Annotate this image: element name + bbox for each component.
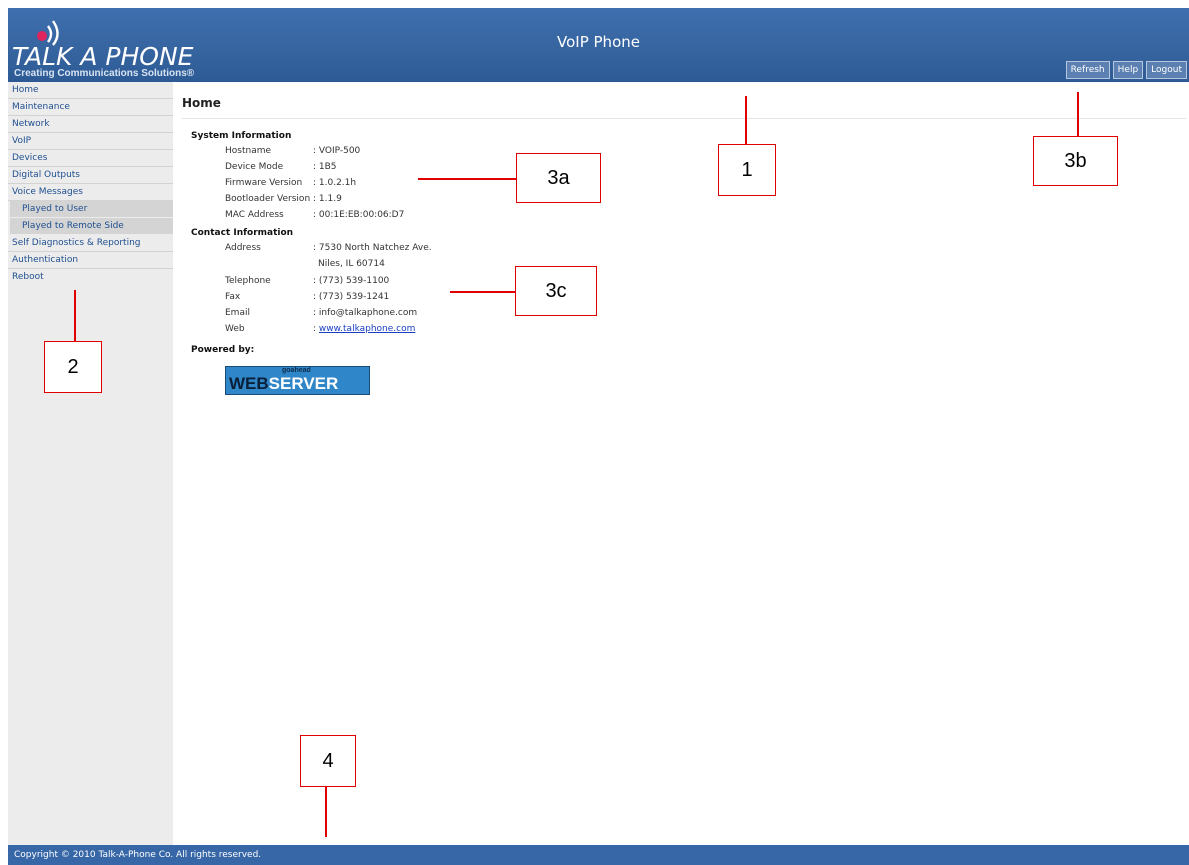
callout-4: 4 (300, 735, 356, 787)
logo-server-part: SERVER (268, 374, 339, 393)
row-value: : 00:1E:EB:00:06:D7 (313, 210, 405, 220)
info-row-device-mode: Device Mode : 1B5 (225, 160, 337, 175)
sidebar-item-network[interactable]: Network (8, 116, 173, 133)
sidebar-item-home[interactable]: Home (8, 82, 173, 99)
row-label: Hostname (225, 146, 272, 156)
row-value: : 1B5 (313, 162, 337, 172)
callout-3a: 3a (516, 153, 601, 203)
sidebar-item-devices[interactable]: Devices (8, 150, 173, 167)
row-value: : (773) 539-1100 (313, 276, 390, 286)
row-label: Web (225, 324, 245, 334)
row-value: Niles, IL 60714 (318, 259, 385, 269)
sidebar-item-voice-messages[interactable]: Voice Messages (8, 184, 173, 201)
sidebar-item-digital-outputs[interactable]: Digital Outputs (8, 167, 173, 184)
logo-webserver-text: WEBSERVER (229, 375, 338, 393)
row-label: Bootloader Version (225, 194, 311, 204)
info-row-hostname: Hostname : VOIP-500 (225, 144, 360, 159)
footer-bar: Copyright © 2010 Talk-A-Phone Co. All ri… (8, 845, 1189, 865)
main-content: Home System Information Hostname : VOIP-5… (173, 82, 1189, 845)
info-row-mac: MAC Address : 00:1E:EB:00:06:D7 (225, 208, 404, 223)
row-value: : VOIP-500 (313, 146, 361, 156)
row-label: Device Mode (225, 162, 284, 172)
help-button[interactable]: Help (1112, 61, 1144, 79)
app-title: VoIP Phone (557, 33, 640, 51)
callout-1: 1 (718, 144, 776, 196)
row-label: Firmware Version (225, 178, 303, 188)
sidebar-item-authentication[interactable]: Authentication (8, 252, 173, 269)
logout-button[interactable]: Logout (1146, 61, 1187, 79)
website-link[interactable]: www.talkaphone.com (319, 324, 415, 334)
header-toolbar: Refresh Help Logout (1065, 61, 1187, 79)
logo-tagline: Creating Communications Solutions® (14, 68, 195, 79)
logo-web-part: WEB (229, 374, 269, 393)
sidebar-item-self-diagnostics[interactable]: Self Diagnostics & Reporting (8, 235, 173, 252)
row-value: : 1.0.2.1h (313, 178, 357, 188)
callout-1-leader (745, 96, 747, 144)
callout-3b-leader (1077, 92, 1079, 136)
row-label: Address (225, 243, 261, 253)
callout-3b: 3b (1033, 136, 1118, 186)
callout-3a-leader (418, 178, 516, 180)
sidebar-item-voip[interactable]: VoIP (8, 133, 173, 150)
copyright-text: Copyright © 2010 Talk-A-Phone Co. All ri… (14, 850, 262, 860)
refresh-button[interactable]: Refresh (1065, 61, 1110, 79)
sidebar-subitem-played-to-remote-side[interactable]: Played to Remote Side (10, 218, 173, 235)
goahead-webserver-logo[interactable]: goahead WEBSERVER (225, 366, 370, 395)
callout-2: 2 (44, 341, 102, 393)
header-bar: TALK A PHONE Creating Communications Sol… (8, 8, 1189, 82)
sidebar-nav: Home Maintenance Network VoIP Devices Di… (8, 82, 173, 845)
contact-row-telephone: Telephone : (773) 539-1100 (225, 274, 389, 289)
sidebar-item-reboot[interactable]: Reboot (8, 269, 173, 285)
row-label: Fax (225, 292, 241, 302)
callout-3c: 3c (515, 266, 597, 316)
logo-goahead-text: goahead (282, 367, 311, 374)
powered-by-heading: Powered by: (191, 345, 255, 355)
sidebar-subitem-played-to-user[interactable]: Played to User (10, 201, 173, 218)
row-label: MAC Address (225, 210, 284, 220)
row-value: : info@talkaphone.com (313, 308, 418, 318)
contact-info-heading: Contact Information (191, 228, 294, 238)
contact-row-address-line2: Niles, IL 60714 (225, 257, 385, 272)
contact-row-email: Email : info@talkaphone.com (225, 306, 417, 321)
title-divider (182, 118, 1186, 119)
row-label: Email (225, 308, 250, 318)
row-value: : 1.1.9 (313, 194, 342, 204)
row-value: : (773) 539-1241 (313, 292, 390, 302)
info-row-bootloader: Bootloader Version: 1.1.9 (225, 192, 342, 207)
page-title: Home (182, 96, 221, 110)
app-frame: TALK A PHONE Creating Communications Sol… (8, 8, 1189, 865)
info-row-firmware: Firmware Version : 1.0.2.1h (225, 176, 356, 191)
contact-row-address: Address : 7530 North Natchez Ave. (225, 241, 432, 256)
contact-row-fax: Fax : (773) 539-1241 (225, 290, 389, 305)
contact-row-web: Web: www.talkaphone.com (225, 322, 415, 337)
callout-3c-leader (450, 291, 515, 293)
system-info-heading: System Information (191, 131, 292, 141)
callout-2-leader (74, 290, 76, 341)
row-label: Telephone (225, 276, 271, 286)
sidebar-item-maintenance[interactable]: Maintenance (8, 99, 173, 116)
row-value: : 7530 North Natchez Ave. (313, 243, 432, 253)
callout-4-leader (325, 787, 327, 837)
